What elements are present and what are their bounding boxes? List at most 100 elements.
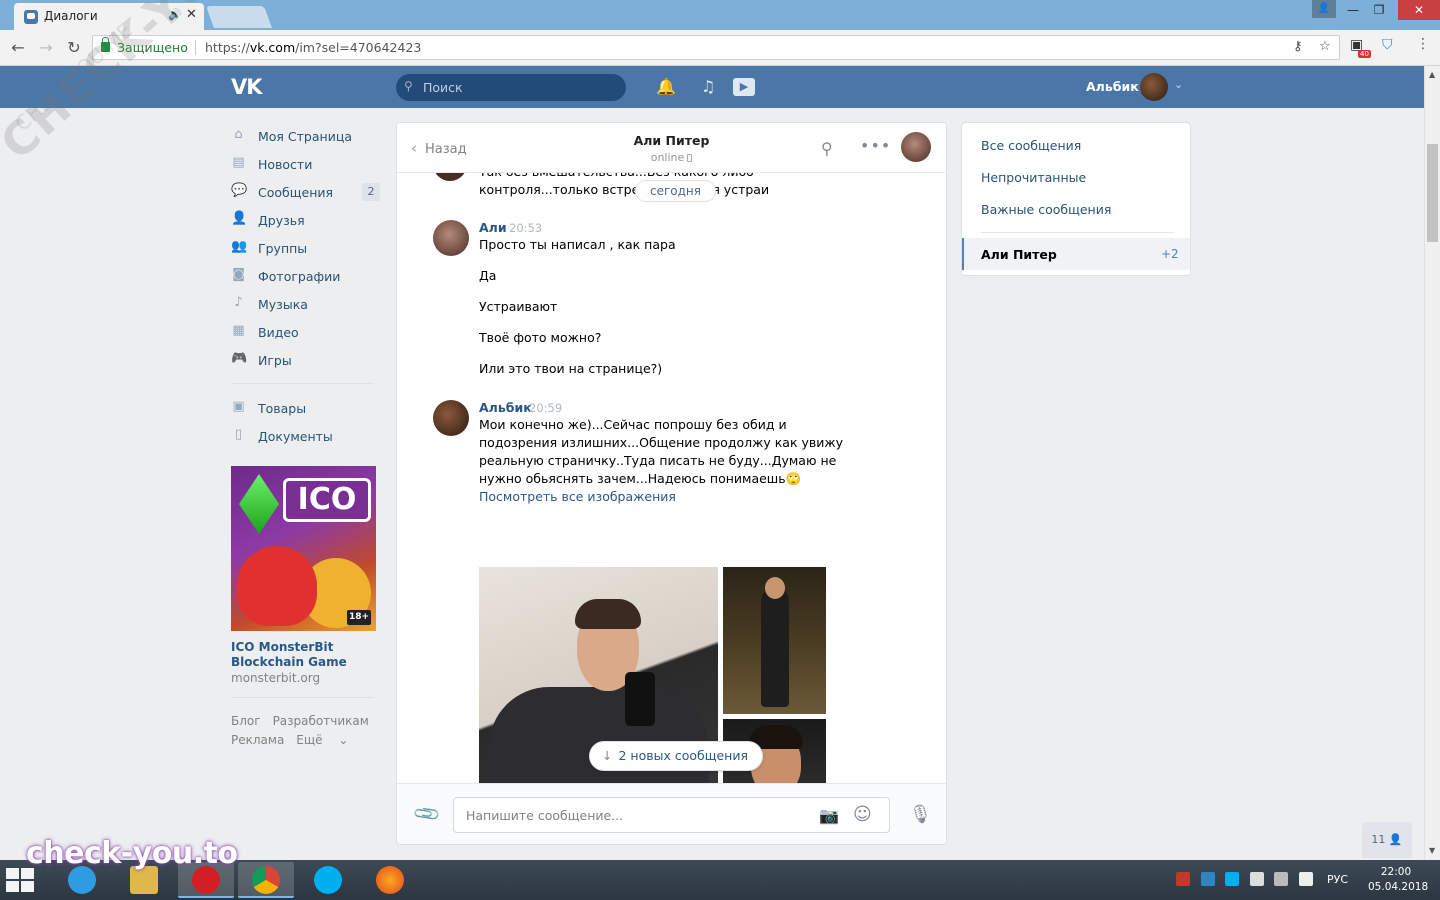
sidebar-item-groups[interactable]: 👥 Группы <box>231 234 381 262</box>
active-chat-count: +2 <box>1161 247 1179 261</box>
windows-logo-tile <box>21 868 34 879</box>
menu-active-chat[interactable]: Али Питер +2 <box>962 238 1190 270</box>
menu-all-messages[interactable]: Все сообщения <box>981 138 1081 153</box>
footer-blog-link[interactable]: Блог <box>231 714 261 728</box>
network-icon[interactable] <box>1274 872 1288 886</box>
window-close-button[interactable]: ✕ <box>1398 0 1440 20</box>
volume-icon[interactable] <box>1298 872 1313 886</box>
ad-title-link[interactable]: ICO MonsterBit Blockchain Game <box>231 640 371 670</box>
friends-icon: 👤 <box>231 211 248 226</box>
vk-logo[interactable]: VK <box>231 75 263 99</box>
play-icon[interactable]: ▶ <box>733 78 755 96</box>
search-icon[interactable]: ⚲ <box>821 139 833 158</box>
search-box[interactable]: ⚲ <box>396 74 626 101</box>
message-author[interactable]: Альбик <box>479 400 532 415</box>
sidebar-item-goods[interactable]: ▣ Товары <box>231 394 381 422</box>
firefox-icon <box>376 866 404 894</box>
chevron-down-icon[interactable]: ⌄ <box>1174 78 1183 91</box>
page-scrollbar[interactable]: ▲ ▼ <box>1424 66 1440 860</box>
taskbar-ie-icon[interactable] <box>54 862 110 898</box>
skype-tray-icon[interactable] <box>1225 872 1239 886</box>
sidebar-item-video[interactable]: ▦ Видео <box>231 318 381 346</box>
scroll-thumb[interactable] <box>1427 144 1438 242</box>
paperclip-icon[interactable]: 📎 <box>412 799 443 829</box>
sidebar-item-messages[interactable]: 💬 Сообщения 2 <box>231 178 381 206</box>
taskbar-explorer-icon[interactable] <box>116 862 172 898</box>
sidebar-item-games[interactable]: 🎮 Игры <box>231 346 381 374</box>
emoji-icon[interactable]: ☺ <box>853 804 872 825</box>
taskbar-skype-icon[interactable] <box>300 862 356 898</box>
sidebar-item-label: Фотографии <box>258 269 341 284</box>
message-history[interactable]: Так без вмешательства...Без какого либо … <box>397 173 946 783</box>
reload-icon[interactable]: ↻ <box>64 38 84 57</box>
forward-arrow-icon[interactable]: → <box>36 38 56 57</box>
header-user-name[interactable]: Альбик <box>1086 79 1139 94</box>
avatar[interactable] <box>433 400 469 436</box>
clock[interactable]: 22:00 05.04.2018 <box>1368 865 1428 895</box>
back-arrow-icon[interactable]: ← <box>8 38 28 57</box>
restore-button[interactable]: ❐ <box>1364 0 1394 20</box>
music-note-icon[interactable]: ♫ <box>701 77 715 96</box>
view-all-images-link[interactable]: Посмотреть все изображения <box>479 488 859 506</box>
bell-icon[interactable]: 🔔 <box>656 77 676 96</box>
friends-online-count: 11 <box>1371 833 1386 846</box>
star-icon[interactable]: ☆ <box>1319 39 1331 54</box>
sidebar-item-music[interactable]: ♪ Музыка <box>231 290 381 318</box>
footer-developers-link[interactable]: Разработчикам <box>273 714 369 728</box>
sidebar-item-my-page[interactable]: ⌂ Моя Страница <box>231 122 381 150</box>
key-icon[interactable]: ⚷ <box>1293 39 1303 54</box>
camera-icon[interactable]: 📷 <box>819 806 839 825</box>
photo-attachment[interactable] <box>723 567 826 714</box>
peer-status-text: online <box>650 151 685 164</box>
menu-unread[interactable]: Непрочитанные <box>981 170 1086 185</box>
new-tab-button[interactable] <box>205 6 273 28</box>
footer-more-link[interactable]: Ещё ⌄ <box>296 733 360 747</box>
sidebar-divider <box>231 697 374 698</box>
photo-face <box>765 577 785 599</box>
address-bar[interactable]: Защищено https://vk.com/im?sel=470642423… <box>92 35 1340 60</box>
avatar[interactable] <box>433 220 469 256</box>
tray-app-icon[interactable] <box>1176 872 1190 886</box>
sidebar-item-label: Группы <box>258 241 308 256</box>
message-line: Твоё фото можно? <box>479 330 602 345</box>
tray-app-icon[interactable] <box>1200 872 1215 886</box>
new-messages-button[interactable]: ↓ 2 новых сообщения <box>589 741 763 771</box>
taskbar-chrome-icon[interactable] <box>238 862 294 898</box>
message-author[interactable]: Али <box>479 220 507 235</box>
ad-banner-image[interactable]: ICO 18+ <box>231 466 376 631</box>
tab-dialogs[interactable]: Диалоги 🔊 ✕ <box>14 3 204 30</box>
peer-avatar[interactable] <box>901 132 931 162</box>
menu-important[interactable]: Важные сообщения <box>981 202 1111 217</box>
sidebar-item-news[interactable]: ▤ Новости <box>231 150 381 178</box>
tab-close-icon[interactable]: ✕ <box>186 7 197 22</box>
tray-app-icon[interactable] <box>1249 872 1264 886</box>
browser-menu-icon[interactable]: ⋮ <box>1416 36 1430 52</box>
scroll-down-icon[interactable]: ▼ <box>1429 846 1435 855</box>
bag-icon: ▣ <box>232 399 245 414</box>
taskbar-opera-icon[interactable] <box>178 862 234 898</box>
taskbar-firefox-icon[interactable] <box>362 862 418 898</box>
url-host: vk.com <box>249 40 296 55</box>
sidebar-item-documents[interactable]: ▯ Документы <box>231 422 381 450</box>
browser-profile-icon[interactable]: 👤 <box>1312 0 1336 18</box>
shield-icon[interactable]: ⛉ <box>1382 37 1393 53</box>
sidebar-item-photos[interactable]: ◙ Фотографии <box>231 262 381 290</box>
speaker-icon[interactable]: 🔊 <box>168 8 182 21</box>
dialog-header: ‹ Назад Али Питер online ⚲ ••• <box>397 123 946 173</box>
microphone-icon[interactable]: 🎙 <box>909 804 932 825</box>
sidebar-item-label: Моя Страница <box>258 129 352 144</box>
sidebar-item-friends[interactable]: 👤 Друзья <box>231 206 381 234</box>
more-icon[interactable]: ••• <box>860 136 891 155</box>
language-indicator[interactable]: РУС <box>1327 873 1348 886</box>
dialog-panel: ‹Назад Али Питер online ⚲ ••• Так без вм… <box>396 122 947 845</box>
footer-ads-link[interactable]: Реклама <box>231 733 284 747</box>
scroll-up-icon[interactable]: ▲ <box>1429 70 1435 79</box>
windows-start-button[interactable] <box>6 868 38 894</box>
message-body: Просто ты написал , как пара Да Устраива… <box>479 236 859 391</box>
url-text[interactable]: https://vk.com/im?sel=470642423 <box>205 40 421 55</box>
ie-icon <box>68 866 96 894</box>
search-input[interactable] <box>423 79 613 96</box>
url-scheme: https:// <box>205 40 250 55</box>
friends-online-widget[interactable]: 11 👤 <box>1362 822 1412 858</box>
header-avatar[interactable] <box>1140 73 1168 101</box>
